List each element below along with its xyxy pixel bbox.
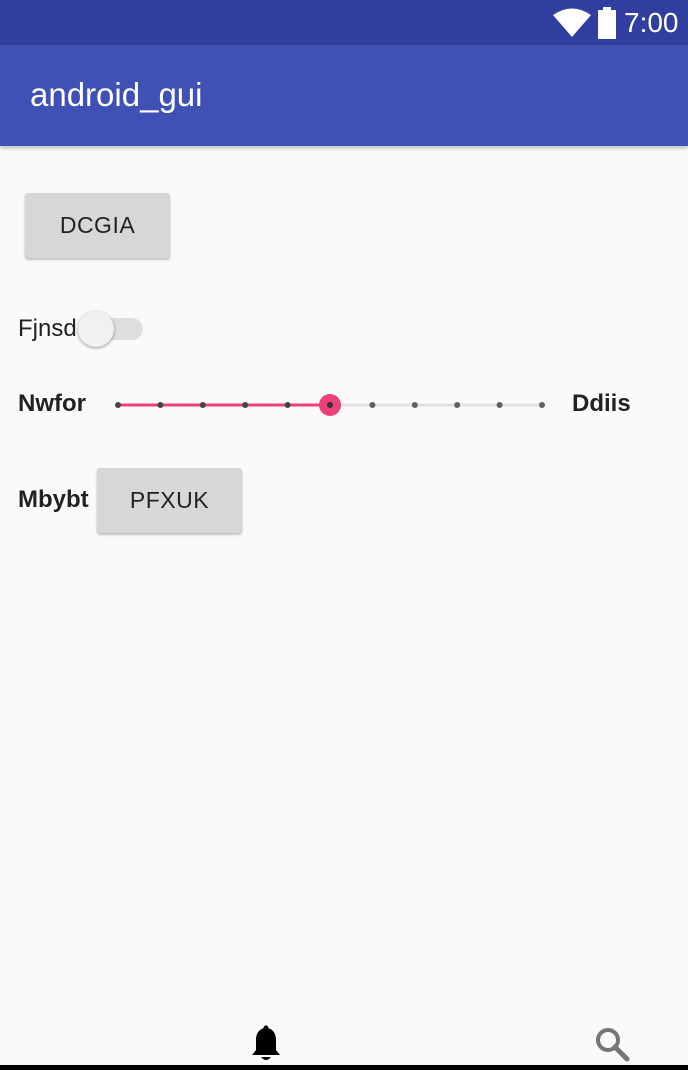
switch-label: Fjnsd [18, 315, 77, 342]
search-icon[interactable] [594, 1026, 630, 1062]
app-bar: android_gui [0, 45, 688, 146]
switch-thumb[interactable] [78, 311, 114, 347]
dcgia-button[interactable]: DCGIA [25, 193, 170, 258]
bell-icon[interactable] [250, 1025, 282, 1063]
seekbar-tick [157, 402, 164, 408]
pfxuk-button[interactable]: PFXUK [97, 468, 242, 533]
seekbar-min-label: Nwfor [18, 390, 86, 417]
seekbar-tick [454, 402, 461, 408]
seekbar-tick [496, 402, 503, 408]
app-title: android_gui [30, 76, 203, 113]
button-row-label: Mbybt [18, 486, 89, 513]
seekbar-tick [284, 402, 291, 408]
seekbar-thumb-tick [327, 402, 333, 408]
status-bar: 7:00 [0, 0, 688, 45]
seekbar[interactable] [108, 390, 552, 420]
wifi-icon [553, 8, 591, 37]
battery-icon [598, 7, 616, 39]
seekbar-tick [539, 402, 545, 408]
seekbar-tick [411, 402, 418, 408]
seekbar-tick [369, 402, 376, 408]
seekbar-max-label: Ddiis [572, 390, 631, 417]
seekbar-tick [242, 402, 249, 408]
bottom-edge [0, 1065, 688, 1070]
seekbar-tick [199, 402, 206, 408]
status-time: 7:00 [624, 7, 679, 38]
seekbar-tick [115, 402, 121, 408]
